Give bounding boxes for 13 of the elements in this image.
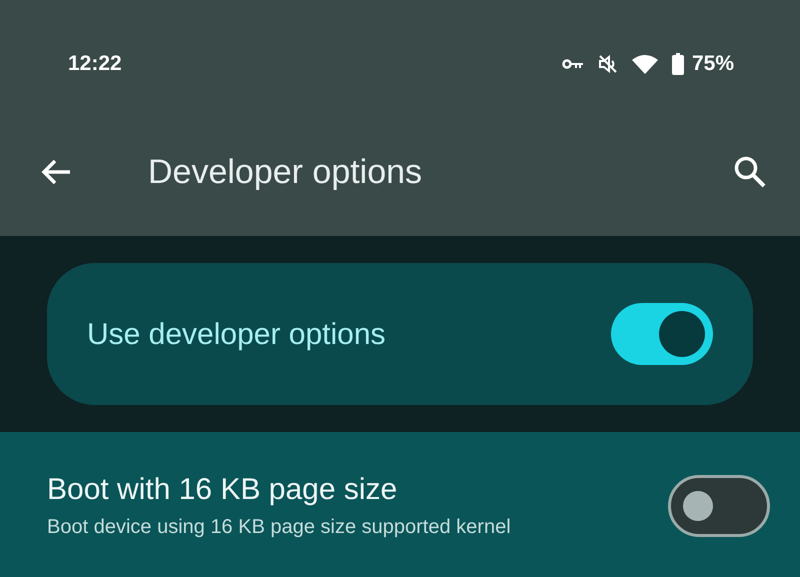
- back-arrow-icon: [40, 158, 72, 186]
- status-time: 12:22: [68, 51, 122, 78]
- wifi-icon: [632, 54, 658, 74]
- main-switch-label: Use developer options: [87, 316, 386, 352]
- battery-percentage: 75%: [692, 51, 734, 78]
- setting-title: Boot with 16 KB page size: [47, 472, 398, 508]
- screen-title: Developer options: [148, 152, 424, 192]
- muted-speaker-icon: [598, 54, 618, 74]
- main-switch-card[interactable]: Use developer options: [47, 263, 753, 405]
- setting-summary: Boot device using 16 KB page size supported kernel: [47, 515, 511, 540]
- search-icon: [733, 155, 767, 189]
- battery-icon: [672, 53, 684, 75]
- key-icon: [562, 58, 584, 70]
